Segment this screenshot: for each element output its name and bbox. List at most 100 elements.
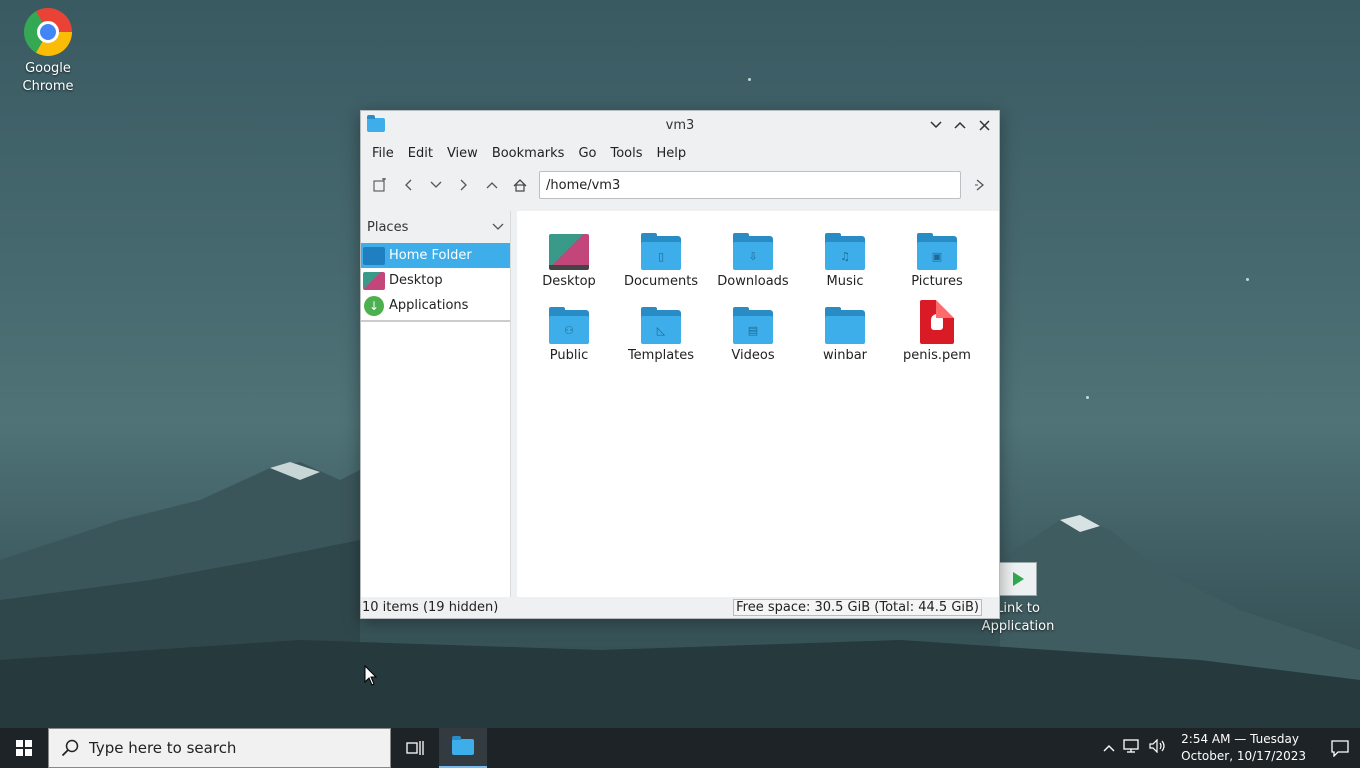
places-header[interactable]: Places <box>361 211 510 243</box>
menu-file[interactable]: File <box>365 146 401 161</box>
desktop-icon-label: Google Chrome <box>22 61 74 94</box>
history-button[interactable] <box>423 172 449 198</box>
chevron-up-icon <box>954 121 966 129</box>
file-item-templates[interactable]: ◺ Templates <box>615 293 707 363</box>
places-divider <box>361 320 510 322</box>
chevron-down-icon <box>930 121 942 129</box>
path-input[interactable] <box>539 171 961 199</box>
menu-bookmarks[interactable]: Bookmarks <box>485 146 572 161</box>
window-title: vm3 <box>665 117 695 133</box>
templates-folder-icon: ◺ <box>641 307 681 344</box>
public-folder-icon: ⚇ <box>549 307 589 344</box>
statusbar: 10 items (19 hidden) Free space: 30.5 Gi… <box>361 596 999 618</box>
file-item-videos[interactable]: ▤ Videos <box>707 293 799 363</box>
search-icon <box>61 739 79 757</box>
taskbar-clock[interactable]: 2:54 AM — Tuesday October, 10/17/2023 <box>1175 731 1312 765</box>
menu-edit[interactable]: Edit <box>401 146 440 161</box>
notification-icon <box>1331 739 1349 757</box>
go-arrow-icon <box>975 179 985 191</box>
window-titlebar[interactable]: vm3 <box>361 111 999 139</box>
mouse-cursor-icon <box>364 665 378 686</box>
volume-icon[interactable] <box>1149 738 1167 757</box>
chevron-right-icon <box>460 179 467 191</box>
place-item-label: Applications <box>389 298 469 313</box>
notification-center-button[interactable] <box>1320 728 1360 768</box>
desktop-folder-icon <box>549 234 589 270</box>
up-button[interactable] <box>479 172 505 198</box>
status-free-space: Free space: 30.5 GiB (Total: 44.5 GiB) <box>733 598 982 616</box>
star <box>748 78 751 81</box>
videos-folder-icon: ▤ <box>733 307 773 344</box>
new-tab-icon <box>373 178 386 192</box>
chevron-up-icon[interactable] <box>1103 740 1115 756</box>
desktop-icon-google-chrome[interactable]: Google Chrome <box>3 8 93 96</box>
place-item-label: Desktop <box>389 273 443 288</box>
taskbar: Type here to search 2:54 AM — Tuesday Oc… <box>0 728 1360 768</box>
file-item-music[interactable]: ♫ Music <box>799 219 891 289</box>
search-placeholder: Type here to search <box>89 739 237 757</box>
chevron-left-icon <box>405 179 412 191</box>
home-icon <box>513 178 527 192</box>
file-item-downloads[interactable]: ⇩ Downloads <box>707 219 799 289</box>
chevron-down-icon <box>492 220 504 234</box>
chevron-down-icon <box>430 181 442 188</box>
file-item-penis-pem[interactable]: penis.pem <box>891 293 983 363</box>
task-view-icon <box>406 741 424 755</box>
forward-button[interactable] <box>451 172 477 198</box>
close-button[interactable] <box>975 116 993 134</box>
home-button[interactable] <box>507 172 533 198</box>
file-label: Downloads <box>717 274 789 289</box>
folder-icon <box>452 736 474 755</box>
file-label: Videos <box>731 348 775 363</box>
status-item-count: 10 items (19 hidden) <box>362 599 499 615</box>
toolbar <box>361 167 999 203</box>
file-item-public[interactable]: ⚇ Public <box>523 293 615 363</box>
file-item-pictures[interactable]: ▣ Pictures <box>891 219 983 289</box>
clock-date: October, 10/17/2023 <box>1181 749 1306 763</box>
taskbar-search[interactable]: Type here to search <box>48 728 391 768</box>
pictures-folder-icon: ▣ <box>917 233 957 270</box>
menubar: File Edit View Bookmarks Go Tools Help <box>361 139 999 167</box>
documents-folder-icon: ▯ <box>641 233 681 270</box>
file-item-desktop[interactable]: Desktop <box>523 219 615 289</box>
home-folder-icon <box>363 246 385 265</box>
clock-time: 2:54 AM — Tuesday <box>1181 732 1299 746</box>
start-button[interactable] <box>0 728 48 768</box>
place-item-desktop[interactable]: Desktop <box>361 268 510 293</box>
applications-icon: ↓ <box>364 295 384 316</box>
minimize-button[interactable] <box>927 116 945 134</box>
place-item-applications[interactable]: ↓ Applications <box>361 293 510 318</box>
back-button[interactable] <box>395 172 421 198</box>
place-item-home-folder[interactable]: Home Folder <box>361 243 510 268</box>
file-label: winbar <box>822 348 868 363</box>
file-item-documents[interactable]: ▯ Documents <box>615 219 707 289</box>
menu-help[interactable]: Help <box>650 146 694 161</box>
play-icon <box>999 562 1037 596</box>
network-icon[interactable] <box>1123 739 1141 757</box>
places-panel: Places Home Folder Desktop ↓ Application… <box>361 211 511 597</box>
file-manager-window: vm3 File Edit View Bookmarks Go Tools He… <box>360 110 1000 619</box>
file-grid: Desktop ▯ Documents ⇩ Downloads ♫ Music … <box>517 211 999 371</box>
new-tab-button[interactable] <box>367 172 393 198</box>
menu-tools[interactable]: Tools <box>603 146 649 161</box>
file-label: Templates <box>627 348 695 363</box>
file-label: Music <box>826 274 864 289</box>
taskbar-file-manager[interactable] <box>439 728 487 768</box>
close-icon <box>978 119 990 131</box>
certificate-file-icon <box>920 300 954 344</box>
desktop-icon <box>363 271 385 290</box>
menu-view[interactable]: View <box>440 146 485 161</box>
task-view-button[interactable] <box>391 728 439 768</box>
maximize-button[interactable] <box>951 116 969 134</box>
file-view[interactable]: Desktop ▯ Documents ⇩ Downloads ♫ Music … <box>517 211 999 597</box>
windows-logo-icon <box>16 740 32 756</box>
file-label: Documents <box>623 274 699 289</box>
menu-go[interactable]: Go <box>571 146 603 161</box>
go-button[interactable] <box>967 172 993 198</box>
folder-icon <box>825 307 865 344</box>
chrome-icon <box>24 8 72 56</box>
downloads-folder-icon: ⇩ <box>733 233 773 270</box>
system-tray: 2:54 AM — Tuesday October, 10/17/2023 <box>1103 728 1360 768</box>
file-item-winbar[interactable]: winbar <box>799 293 891 363</box>
chevron-up-icon <box>486 182 498 189</box>
